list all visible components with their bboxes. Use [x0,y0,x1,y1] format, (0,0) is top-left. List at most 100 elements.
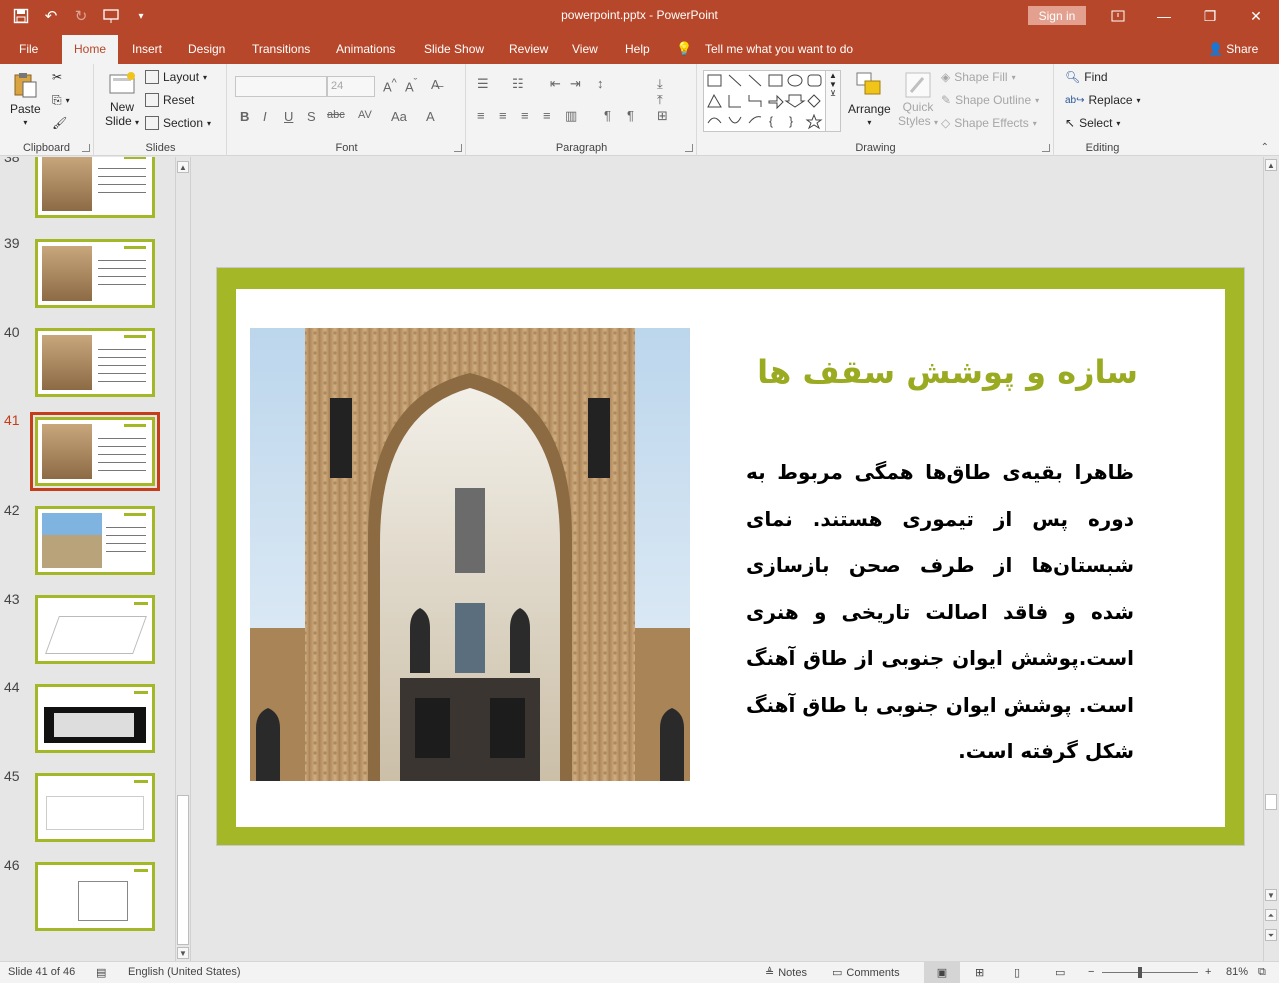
slideshow-view-icon[interactable]: ▭ [1055,966,1065,979]
align-text-icon[interactable]: ⤒ [657,92,663,108]
scroll-up-icon[interactable]: ▲ [177,161,189,173]
shape-fill-button[interactable]: ◈ Shape Fill ▾ [941,70,1016,84]
char-spacing-icon[interactable]: AV [358,109,372,121]
underline-icon[interactable]: U [284,109,293,124]
tab-home[interactable]: Home [62,35,118,64]
section-button[interactable]: Section ▾ [145,116,211,130]
line-spacing-icon[interactable]: ↕ [597,76,604,91]
slide-thumbnail[interactable] [35,239,155,308]
mosque-iwan-photo[interactable] [250,328,690,781]
tab-help[interactable]: Help [615,35,660,64]
new-slide-button[interactable]: New Slide ▾ [105,70,139,128]
slide-thumbnail[interactable] [35,862,155,931]
collapse-ribbon-icon[interactable]: ⌃ [1261,142,1269,153]
slide-thumbnail[interactable] [35,773,155,842]
restore-icon[interactable]: ❐ [1187,0,1233,32]
tell-me-search[interactable]: 💡 Tell me what you want to do [676,35,853,64]
change-case-icon[interactable]: Aa [391,109,407,124]
slide-body-text[interactable]: ظاهرا بقیه‌ی طاق‌ها همگی مربوط به دوره پ… [746,449,1134,775]
language-indicator[interactable]: English (United States) [128,966,241,978]
tab-view[interactable]: View [562,35,608,64]
copy-icon[interactable]: ⎘ ▾ [52,93,70,108]
italic-icon[interactable]: I [263,109,267,124]
font-color-icon[interactable]: A [426,109,435,124]
find-button[interactable]: 🔍︎ Find [1065,70,1108,84]
notes-button[interactable]: ≜ Notes [765,966,807,980]
text-direction-icon[interactable]: ⤓ [657,76,663,92]
align-left-icon[interactable]: ≡ [477,108,485,123]
tab-animations[interactable]: Animations [326,35,405,64]
zoom-in-icon[interactable]: + [1205,966,1211,978]
reading-view-icon[interactable]: ▯ [1014,966,1020,979]
scroll-down-icon[interactable]: ▼ [1265,889,1277,901]
paragraph-launcher-icon[interactable] [685,144,693,152]
select-button[interactable]: ↖ Select ▾ [1065,116,1120,130]
columns-icon[interactable]: ▥ [565,108,577,124]
shape-effects-button[interactable]: ◇ Shape Effects ▾ [941,116,1037,130]
paste-button[interactable]: Paste ▾ [10,70,41,127]
ltr-icon[interactable]: ¶ [604,108,611,123]
editor-scroll-thumb[interactable] [1265,794,1277,810]
numbering-icon[interactable]: ☷ [512,76,524,92]
drawing-launcher-icon[interactable] [1042,144,1050,152]
strikethrough-icon[interactable]: abc [327,109,345,121]
minimize-icon[interactable]: — [1141,0,1187,32]
slide-thumbnail[interactable] [35,506,155,575]
slide-thumbnail-active[interactable] [30,412,160,491]
previous-slide-icon[interactable]: ⏶ [1265,909,1277,921]
cut-icon[interactable]: ✂ [52,70,62,84]
tab-design[interactable]: Design [178,35,235,64]
quick-styles-button[interactable]: Quick Styles ▾ [898,70,938,128]
next-slide-icon[interactable]: ⏷ [1265,929,1277,941]
tab-transitions[interactable]: Transitions [242,35,320,64]
thumbnails-scrollbar[interactable]: ▲ ▼ [175,157,189,961]
reset-button[interactable]: Reset [145,93,194,107]
slide-title[interactable]: سازه و پوشش سقف ها [756,353,1138,391]
rtl-icon[interactable]: ¶ [627,108,634,123]
zoom-slider[interactable] [1102,972,1198,973]
font-name-combo[interactable] [235,76,327,97]
slide-thumbnail[interactable] [35,595,155,664]
bullets-icon[interactable]: ☰ [477,76,489,92]
normal-view-icon[interactable]: ▣ [924,962,960,983]
share-button[interactable]: 👤 Share [1208,35,1258,64]
justify-icon[interactable]: ≡ [543,108,551,123]
shapes-gallery-scroll[interactable]: ▲ ▼ ⊻ [825,70,841,132]
slide-thumbnail[interactable] [35,684,155,753]
slide-sorter-icon[interactable]: ⊞ [975,966,984,979]
tab-slide-show[interactable]: Slide Show [414,35,494,64]
decrease-font-icon[interactable]: Aˇ [405,77,417,94]
layout-button[interactable]: Layout ▾ [145,70,207,84]
zoom-out-icon[interactable]: − [1088,966,1094,978]
thumbnails-scroll-thumb[interactable] [177,795,189,945]
replace-button[interactable]: ab↪ Replace ▾ [1065,93,1141,107]
align-center-icon[interactable]: ≡ [499,108,507,123]
font-size-combo[interactable]: 24 [327,76,375,97]
zoom-level[interactable]: 81% [1226,966,1248,978]
font-launcher-icon[interactable] [454,144,462,152]
slide-thumbnail[interactable] [35,328,155,397]
editor-scrollbar[interactable]: ▲ ▼ ⏶ ⏷ [1263,157,1279,961]
tab-review[interactable]: Review [499,35,558,64]
ribbon-display-options-icon[interactable] [1095,0,1141,32]
clipboard-launcher-icon[interactable] [82,144,90,152]
tab-insert[interactable]: Insert [122,35,172,64]
increase-indent-icon[interactable]: ⇥ [570,76,581,92]
fit-to-window-icon[interactable]: ⧉ [1258,966,1266,979]
slide-canvas[interactable]: سازه و پوشش سقف ها ظاهرا بقیه‌ی طاق‌ها ه… [216,267,1245,846]
tab-file[interactable]: File [9,35,48,64]
zoom-slider-handle[interactable] [1138,967,1142,978]
close-icon[interactable]: ✕ [1233,0,1279,32]
bold-icon[interactable]: B [240,109,249,124]
shadow-icon[interactable]: S [307,109,316,124]
decrease-indent-icon[interactable]: ⇤ [550,76,561,92]
spelling-icon[interactable]: ▤ [96,966,106,979]
smartart-icon[interactable]: ⊞ [657,108,668,124]
arrange-button[interactable]: Arrange ▾ [848,70,891,127]
sign-in-button[interactable]: Sign in [1028,6,1086,25]
shape-outline-button[interactable]: ✎ Shape Outline ▾ [941,93,1039,107]
scroll-up-icon[interactable]: ▲ [1265,159,1277,171]
clear-formatting-icon[interactable]: A̶ [431,77,440,92]
slide-thumbnail[interactable] [35,157,155,218]
comments-button[interactable]: ▭ Comments [832,966,900,980]
